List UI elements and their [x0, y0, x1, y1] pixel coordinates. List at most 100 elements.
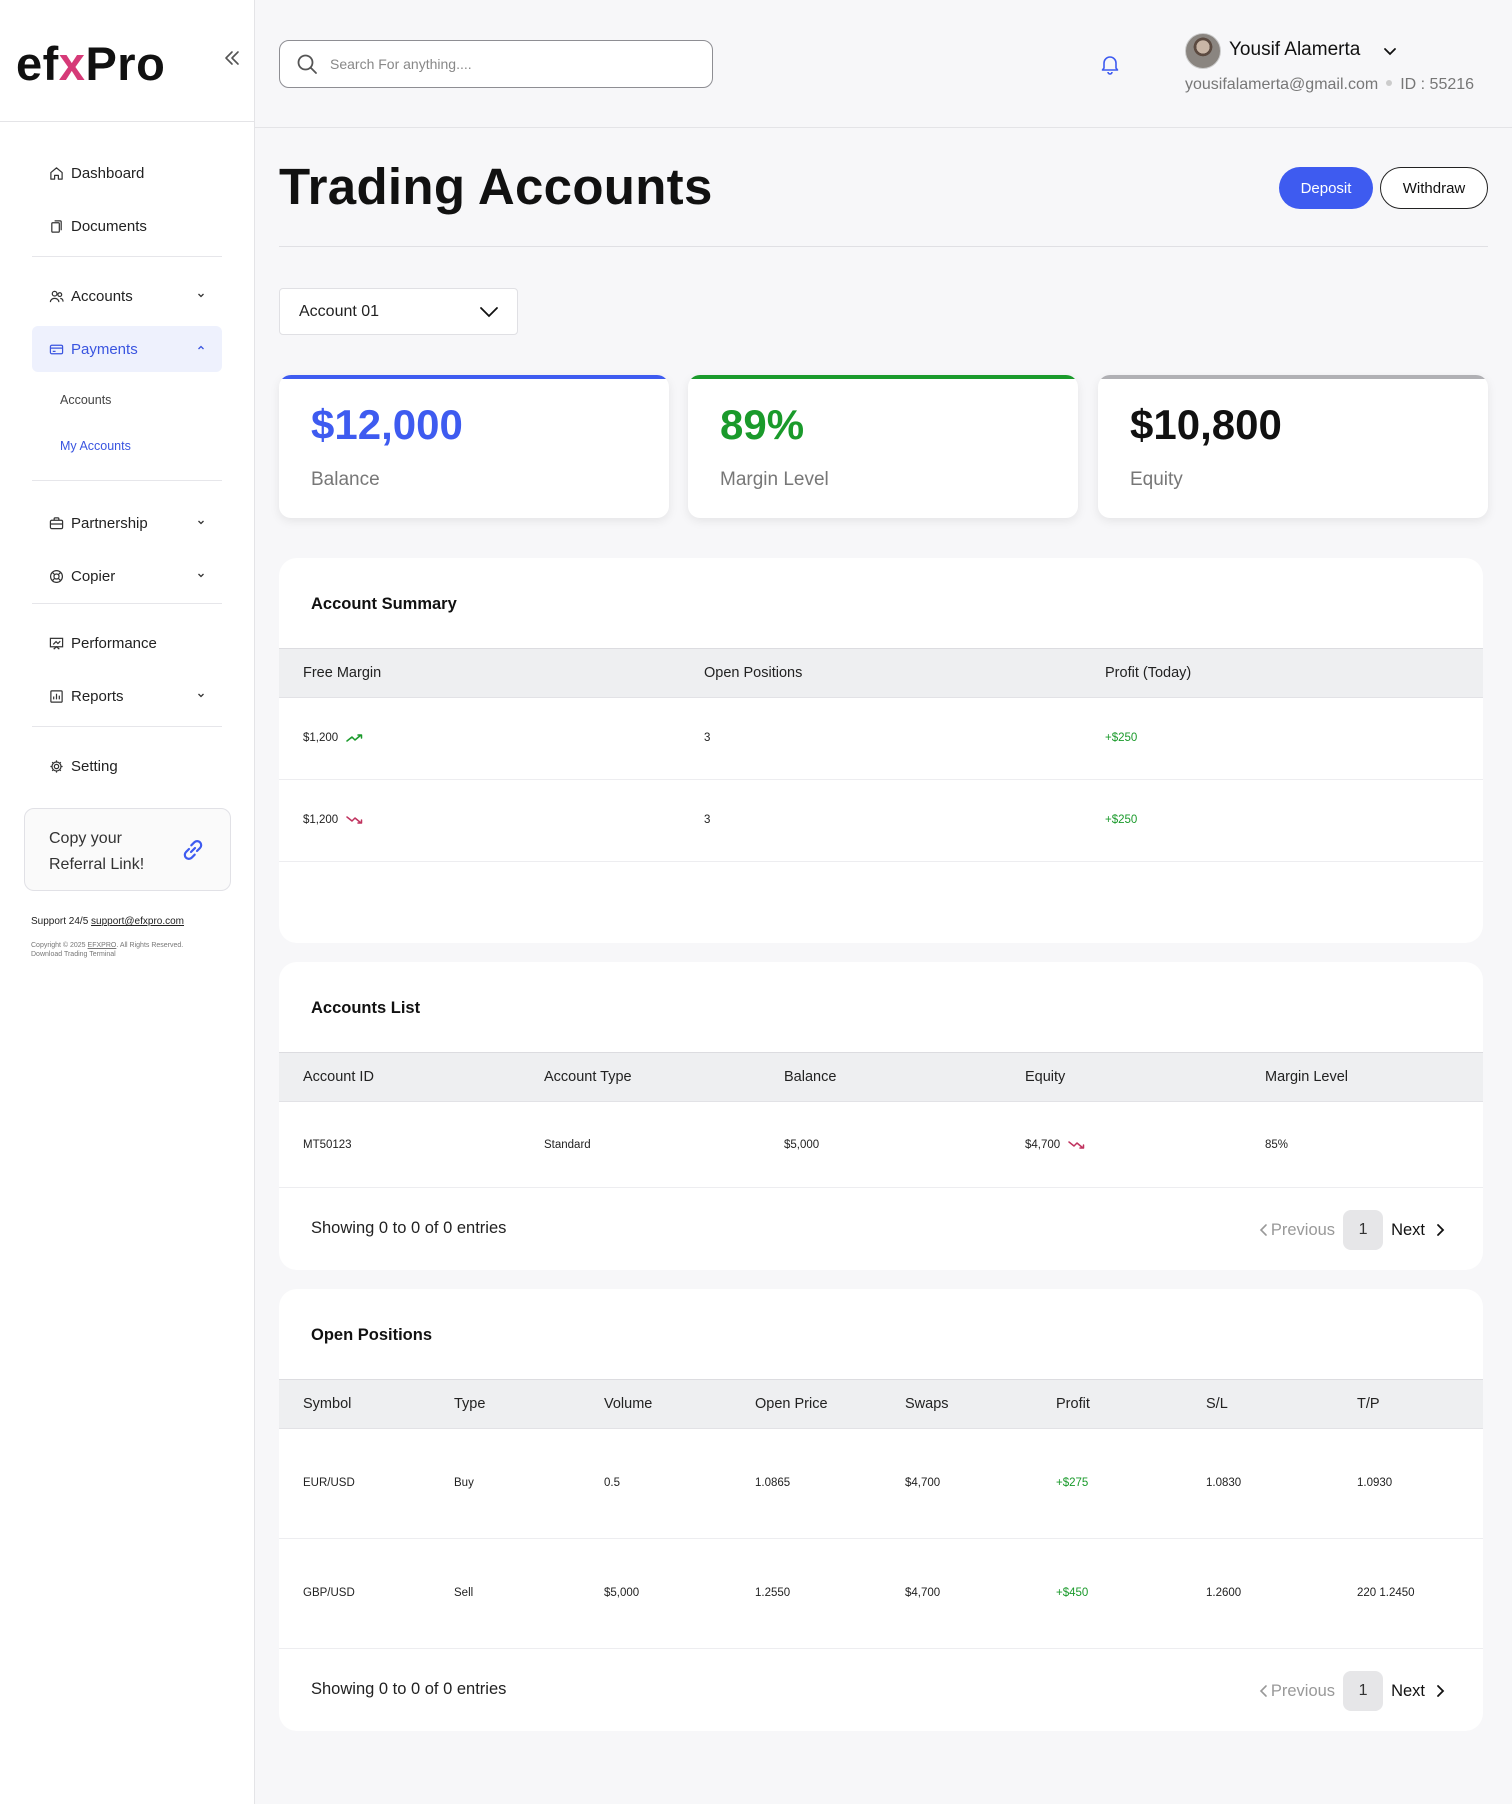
nav-divider	[32, 603, 222, 604]
notification-bell-icon[interactable]	[1098, 52, 1122, 76]
equity-cell: $4,700	[1025, 1139, 1088, 1151]
stop-loss-cell: 1.0830	[1206, 1477, 1242, 1489]
support-line: Support 24/5 support@efxpro.com	[31, 916, 184, 927]
account-summary-panel: Account Summary Free Margin Open Positio…	[279, 558, 1483, 943]
referral-link-card[interactable]: Copy your Referral Link!	[24, 808, 231, 891]
column-header: Open Positions	[704, 665, 803, 681]
panel-title: Accounts List	[311, 999, 421, 1017]
sidebar-item-performance[interactable]: Performance	[32, 620, 222, 666]
previous-button[interactable]: Previous	[1257, 1221, 1335, 1240]
symbol-cell: GBP/USD	[303, 1587, 355, 1599]
card-icon	[48, 341, 64, 357]
profit-cell: +$275	[1056, 1477, 1089, 1489]
type-cell: Sell	[454, 1587, 474, 1599]
panel-title: Open Positions	[311, 1326, 433, 1344]
efxpro-logo[interactable]: efxPro	[16, 36, 165, 91]
card-accent-bar	[1098, 375, 1488, 379]
chevron-left-icon	[1259, 1224, 1267, 1236]
volume-cell: $5,000	[604, 1587, 640, 1599]
sidebar-item-documents[interactable]: Documents	[32, 203, 222, 249]
equity-card: $10,800 Equity	[1098, 375, 1488, 518]
chevron-down-icon	[198, 293, 204, 298]
briefcase-icon	[48, 515, 64, 531]
sidebar-item-dashboard[interactable]: Dashboard	[32, 150, 222, 196]
search-input[interactable]	[330, 56, 690, 72]
next-button[interactable]: Next	[1391, 1682, 1447, 1701]
sidebar: efxPro Dashboard Documents Accounts Paym…	[0, 0, 255, 1804]
sidebar-item-accounts[interactable]: Accounts	[32, 273, 222, 319]
balance-value: $12,000	[311, 401, 463, 448]
entries-info: Showing 0 to 0 of 0 entries	[311, 1219, 507, 1237]
previous-button[interactable]: Previous	[1257, 1682, 1335, 1701]
table-row: $1,200 3 +$250	[279, 698, 1483, 780]
open-price-cell: 1.2550	[755, 1587, 791, 1599]
trend-down-icon	[346, 816, 363, 824]
title-divider	[279, 246, 1488, 247]
margin-level-label: Margin Level	[720, 469, 829, 490]
chevron-down-icon	[198, 520, 204, 525]
chevron-down-icon[interactable]	[1382, 43, 1398, 59]
account-select-value: Account 01	[299, 302, 380, 320]
take-profit-cell: 1.0930	[1357, 1477, 1393, 1489]
column-header: Symbol	[303, 1396, 352, 1412]
volume-cell: 0.5	[604, 1477, 620, 1489]
account-select[interactable]: Account 01	[279, 288, 518, 335]
nav-divider	[32, 726, 222, 727]
sidebar-item-payments[interactable]: Payments	[32, 326, 222, 372]
table-header: Free Margin Open Positions Profit (Today…	[279, 648, 1483, 698]
support-email-link[interactable]: support@efxpro.com	[91, 916, 184, 927]
chevron-down-icon	[198, 693, 204, 698]
sub-item-accounts[interactable]: Accounts	[60, 393, 111, 407]
users-icon	[48, 288, 64, 304]
type-cell: Buy	[454, 1477, 474, 1489]
margin-level-cell: 85%	[1265, 1139, 1289, 1151]
sidebar-item-label: Partnership	[71, 514, 148, 532]
gear-icon	[48, 758, 64, 774]
sidebar-item-label: Payments	[71, 340, 138, 358]
sidebar-item-reports[interactable]: Reports	[32, 673, 222, 719]
avatar[interactable]	[1185, 33, 1221, 69]
sidebar-item-label: Reports	[71, 687, 124, 705]
column-header: Volume	[604, 1396, 653, 1412]
chevron-left-icon	[1259, 1685, 1267, 1697]
search-icon	[297, 54, 317, 74]
sidebar-item-copier[interactable]: Copier	[32, 553, 222, 599]
download-terminal-link[interactable]: Download Trading Terminal	[31, 950, 231, 959]
profit-cell: +$450	[1056, 1587, 1089, 1599]
column-header: Open Price	[755, 1396, 828, 1412]
user-name[interactable]: Yousif Alamerta	[1229, 39, 1360, 61]
collapse-sidebar-icon[interactable]	[222, 48, 242, 68]
logo-row: efxPro	[0, 0, 254, 122]
pagination: Previous 1 Next	[1257, 1671, 1447, 1711]
presentation-icon	[48, 635, 64, 651]
chevron-down-icon	[480, 307, 498, 318]
column-header: Balance	[784, 1069, 837, 1085]
copyright-brand-link[interactable]: EFXPRO	[88, 942, 117, 949]
sub-item-my-accounts[interactable]: My Accounts	[60, 439, 131, 453]
page-number[interactable]: 1	[1343, 1210, 1384, 1250]
column-header: Account Type	[544, 1069, 632, 1085]
withdraw-button[interactable]: Withdraw	[1380, 167, 1488, 209]
account-type-cell: Standard	[544, 1139, 591, 1151]
link-icon	[183, 840, 203, 860]
column-header: Account ID	[303, 1069, 374, 1085]
stop-loss-cell: 1.2600	[1206, 1587, 1242, 1599]
account-id-cell: MT50123	[303, 1139, 352, 1151]
column-header: T/P	[1357, 1396, 1380, 1412]
equity-value: $10,800	[1130, 401, 1282, 448]
sidebar-item-partnership[interactable]: Partnership	[32, 500, 222, 546]
swaps-cell: $4,700	[905, 1477, 941, 1489]
column-header: Profit (Today)	[1105, 665, 1192, 681]
margin-level-card: 89% Margin Level	[688, 375, 1078, 518]
next-button[interactable]: Next	[1391, 1221, 1447, 1240]
table-row: $1,200 3 +$250	[279, 780, 1483, 862]
profit-cell: +$250	[1105, 814, 1138, 826]
separator-dot	[1386, 80, 1393, 87]
balance-label: Balance	[311, 469, 380, 490]
deposit-button[interactable]: Deposit	[1279, 167, 1373, 209]
table-header: Account ID Account Type Balance Equity M…	[279, 1052, 1483, 1102]
table-header: Symbol Type Volume Open Price Swaps Prof…	[279, 1379, 1483, 1429]
sidebar-item-setting[interactable]: Setting	[32, 743, 222, 789]
open-price-cell: 1.0865	[755, 1477, 791, 1489]
page-number[interactable]: 1	[1343, 1671, 1384, 1711]
